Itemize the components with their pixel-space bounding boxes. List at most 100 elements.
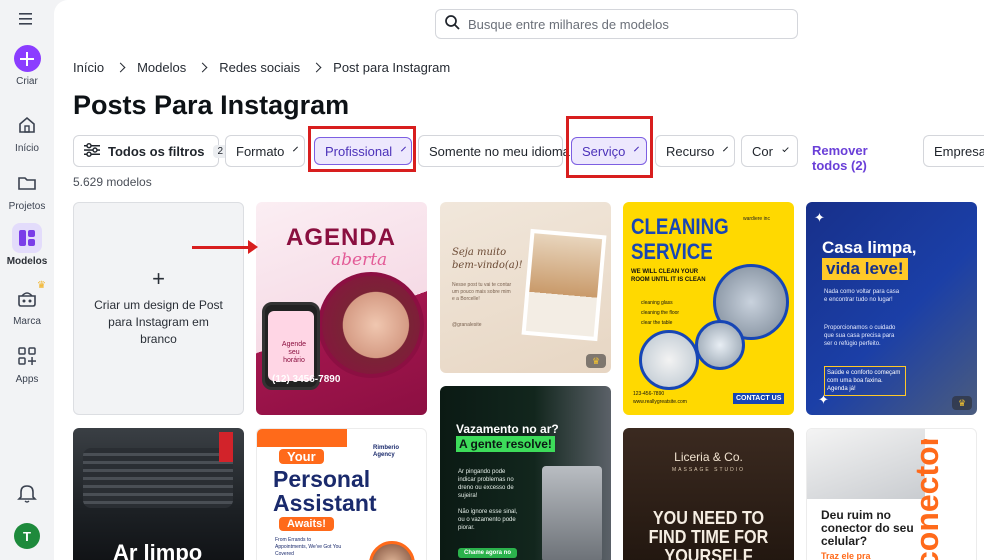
chip-label: Cor <box>752 143 773 159</box>
red-accent <box>219 432 233 462</box>
bubble-text: Agende seu horário <box>281 341 307 364</box>
breadcrumb-item[interactable]: Início <box>73 60 104 75</box>
photo-circle <box>695 320 745 370</box>
rail-label: Marca <box>13 316 41 327</box>
template-title-2: A gente resolve! <box>456 436 555 452</box>
rail-item-home[interactable]: Início <box>0 110 54 154</box>
filter-language[interactable]: Somente no meu idioma <box>418 135 570 167</box>
template-cta: Chame agora no <box>458 548 518 558</box>
left-rail: Criar Início Projetos Modelos ♛ Marca Ap… <box>0 0 54 560</box>
main-panel: Busque entre milhares de modelos Início … <box>54 0 984 560</box>
blank-design-card[interactable]: + Criar um design de Post para Instagram… <box>73 202 244 415</box>
filter-recurso[interactable]: Recurso <box>655 135 735 167</box>
breadcrumb-current: Post para Instagram <box>333 60 451 75</box>
template-script: aberta <box>331 250 388 270</box>
template-item: clear the table <box>641 320 673 326</box>
breadcrumb: Início Modelos Redes sociais Post para I… <box>73 60 450 75</box>
rail-item-templates[interactable]: Modelos <box>0 223 54 267</box>
page-title: Posts Para Instagram <box>73 90 350 120</box>
blank-card-text: Criar um design de Post para Instagram e… <box>94 298 223 346</box>
template-body: From Errands to Appointments, We've Got … <box>275 537 342 557</box>
phone-photo <box>807 429 925 499</box>
template-card-liceria[interactable]: Liceria & Co. MASSAGE STUDIO YOU NEED TO… <box>623 428 794 560</box>
face-photo <box>318 272 424 378</box>
filter-empresa[interactable]: Empresar <box>923 135 984 167</box>
plus-icon: + <box>152 266 165 291</box>
template-title: AGENDA <box>286 224 397 251</box>
apps-icon <box>12 341 42 371</box>
chevron-right-icon <box>115 62 126 73</box>
template-title-3: YOURSELF <box>664 546 753 560</box>
avatar[interactable]: T <box>14 523 40 549</box>
search-bar[interactable]: Busque entre milhares de modelos <box>435 9 798 39</box>
filter-cor[interactable]: Cor <box>741 135 798 167</box>
orange-corner <box>257 429 347 447</box>
portrait-photo <box>521 228 607 342</box>
bell-icon[interactable] <box>16 482 38 504</box>
chevron-right-icon <box>311 62 322 73</box>
create-button[interactable]: Criar <box>0 45 54 87</box>
template-card-vazamento[interactable]: Vazamento no ar? A gente resolve! Ar pin… <box>440 386 611 560</box>
template-title-2: SERVICE <box>631 239 713 264</box>
template-card-celular[interactable]: conector Deu ruim no conector do seu cel… <box>806 428 977 560</box>
rail-item-apps[interactable]: Apps <box>0 341 54 385</box>
chevron-down-icon <box>782 145 789 153</box>
sparkle-icon: ✦ <box>818 392 829 407</box>
template-text: Saúde e conforto começam com uma boa fax… <box>824 366 906 396</box>
template-item: cleaning glass <box>641 300 673 306</box>
all-filters-label: Todos os filtros <box>108 143 205 159</box>
template-text: Proporcionamos o cuidado que sua casa pr… <box>824 325 896 347</box>
template-title: Personal <box>273 466 371 492</box>
home-icon <box>12 110 42 140</box>
breadcrumb-item[interactable]: Redes sociais <box>219 60 300 75</box>
breadcrumb-item[interactable]: Modelos <box>137 60 186 75</box>
template-title-2: Assistant <box>273 490 377 516</box>
sparkle-icon: ✦ <box>814 210 825 225</box>
chip-label: Somente no meu idioma <box>429 143 570 159</box>
rail-item-brand[interactable]: ♛ Marca <box>0 280 54 327</box>
sliders-icon <box>84 142 100 160</box>
rail-label: Projetos <box>8 201 46 212</box>
menu-icon[interactable] <box>17 11 37 27</box>
template-card-casa[interactable]: Casa limpa, vida leve! Nada como voltar … <box>806 202 977 415</box>
template-text: Nada como voltar para casa e encontrar t… <box>824 289 900 303</box>
templates-icon <box>12 223 42 253</box>
premium-crown-icon: ♛ <box>952 396 972 410</box>
avatar-letter: T <box>23 528 31 544</box>
template-question: Deu ruim no conector do seu celular? <box>821 508 914 548</box>
template-script: Seja muito bem-vindo(a)! <box>452 247 523 271</box>
template-phone: 123-456-7890 <box>633 391 665 397</box>
rail-item-projects[interactable]: Projetos <box>0 168 54 212</box>
chip-label: Empresar <box>934 143 984 159</box>
template-title: CLEANING <box>631 214 729 239</box>
chip-label: Formato <box>236 143 285 159</box>
template-card-welcome[interactable]: Seja muito bem-vindo(a)! Nesse post tu v… <box>440 202 611 373</box>
filter-format[interactable]: Formato <box>225 135 305 167</box>
remove-all-filters-link[interactable]: Remover todos (2) <box>812 143 868 173</box>
template-body: Nesse post tu vai te contar um pouco mai… <box>452 282 512 302</box>
template-card-agenda[interactable]: AGENDA aberta Agende seu horário (12) 34… <box>256 202 427 415</box>
template-title: Ar limpo <box>113 540 203 560</box>
highlight-box-profissional <box>308 126 416 172</box>
all-filters-button[interactable]: Todos os filtros 2 <box>73 135 229 167</box>
premium-crown-icon: ♛ <box>586 354 606 368</box>
portrait-circle <box>369 541 415 560</box>
create-label: Criar <box>16 76 38 87</box>
template-card-cleaning[interactable]: wardiere inc CLEANING SERVICE WE WILL CL… <box>623 202 794 415</box>
template-title-2: vida leve! <box>822 258 908 280</box>
template-card-assistant[interactable]: Your Rimberio Agency Personal Assistant … <box>256 428 427 560</box>
template-title: YOU NEED TO <box>652 508 765 528</box>
search-icon <box>444 14 460 35</box>
rail-label: Modelos <box>6 256 48 267</box>
tech-photo <box>542 466 602 560</box>
plus-icon <box>13 45 41 72</box>
template-brand: wardiere inc <box>743 216 770 222</box>
search-input[interactable]: Busque entre milhares de modelos <box>468 17 669 32</box>
phone-number: (12) 3456-7890 <box>272 374 341 385</box>
template-tag: WE WILL CLEAN YOUR ROOM UNTIL IT IS CLEA… <box>631 269 706 283</box>
highlight-box-servico <box>566 116 653 178</box>
template-title: Casa limpa, <box>822 238 917 257</box>
template-your: Your <box>279 449 324 464</box>
template-brand: Rimberio Agency <box>373 445 400 458</box>
template-card-car[interactable]: Ar limpo <box>73 428 244 560</box>
